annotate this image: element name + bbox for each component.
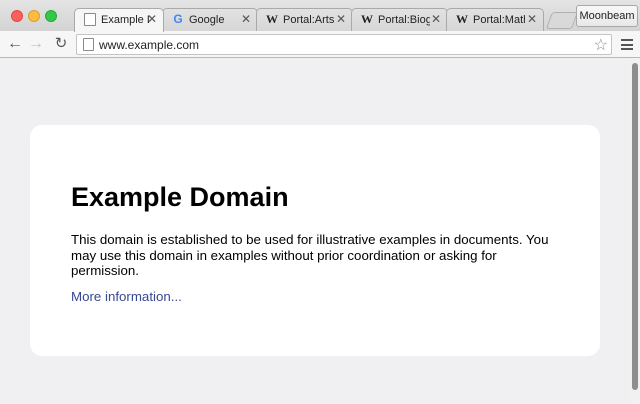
toolbar: ← → ↻ www.example.com ☆ xyxy=(0,31,640,58)
close-tab-icon[interactable]: ✕ xyxy=(527,12,537,26)
back-arrow-icon[interactable]: ← xyxy=(6,34,24,54)
tab-example-domain[interactable]: Example Domain ✕ xyxy=(74,8,164,32)
wikipedia-icon: W xyxy=(266,12,278,26)
close-tab-icon[interactable]: ✕ xyxy=(431,12,441,26)
google-icon: G xyxy=(173,12,183,26)
close-tab-icon[interactable]: ✕ xyxy=(147,12,157,26)
tab-portal-mathematics[interactable]: W Portal:Mathe ✕ xyxy=(446,8,544,31)
page-description: This domain is established to be used fo… xyxy=(71,232,549,278)
wikipedia-icon: W xyxy=(456,12,468,26)
address-bar[interactable]: www.example.com ☆ xyxy=(76,34,612,55)
close-tab-icon[interactable]: ✕ xyxy=(241,12,251,26)
tab-title: Portal:Biograp xyxy=(378,14,430,26)
tab-google[interactable]: G Google ✕ xyxy=(162,8,258,31)
wikipedia-icon: W xyxy=(361,12,373,26)
tab-title: Portal:Arts - W xyxy=(283,14,335,26)
bookmark-star-icon[interactable]: ☆ xyxy=(594,35,608,55)
page-icon xyxy=(83,38,94,51)
page-viewport: Example Domain This domain is establishe… xyxy=(0,58,630,404)
page-heading: Example Domain xyxy=(71,182,289,212)
tab-title: Portal:Mathe xyxy=(473,14,525,26)
reload-icon[interactable]: ↻ xyxy=(52,34,70,54)
close-window-button[interactable] xyxy=(11,10,23,22)
scrollbar-thumb[interactable] xyxy=(632,63,638,390)
url-text[interactable]: www.example.com xyxy=(99,38,199,52)
tab-strip: Example Domain ✕ G Google ✕ W Portal:Art… xyxy=(0,0,640,32)
vertical-scrollbar[interactable] xyxy=(630,58,640,404)
profile-button[interactable]: Moonbeam xyxy=(576,5,638,27)
zoom-window-button[interactable] xyxy=(45,10,57,22)
new-tab-button[interactable] xyxy=(545,12,579,29)
hamburger-menu-icon[interactable] xyxy=(621,39,633,50)
tab-title: Google xyxy=(189,14,225,26)
content-card: Example Domain This domain is establishe… xyxy=(30,125,600,356)
tab-portal-arts[interactable]: W Portal:Arts - W ✕ xyxy=(256,8,353,31)
page-icon xyxy=(84,13,96,26)
forward-arrow-icon[interactable]: → xyxy=(27,34,45,54)
tab-title: Example Domain xyxy=(101,14,149,26)
close-tab-icon[interactable]: ✕ xyxy=(336,12,346,26)
more-information-link[interactable]: More information... xyxy=(71,289,182,304)
minimize-window-button[interactable] xyxy=(28,10,40,22)
tab-portal-biography[interactable]: W Portal:Biograp ✕ xyxy=(351,8,448,31)
